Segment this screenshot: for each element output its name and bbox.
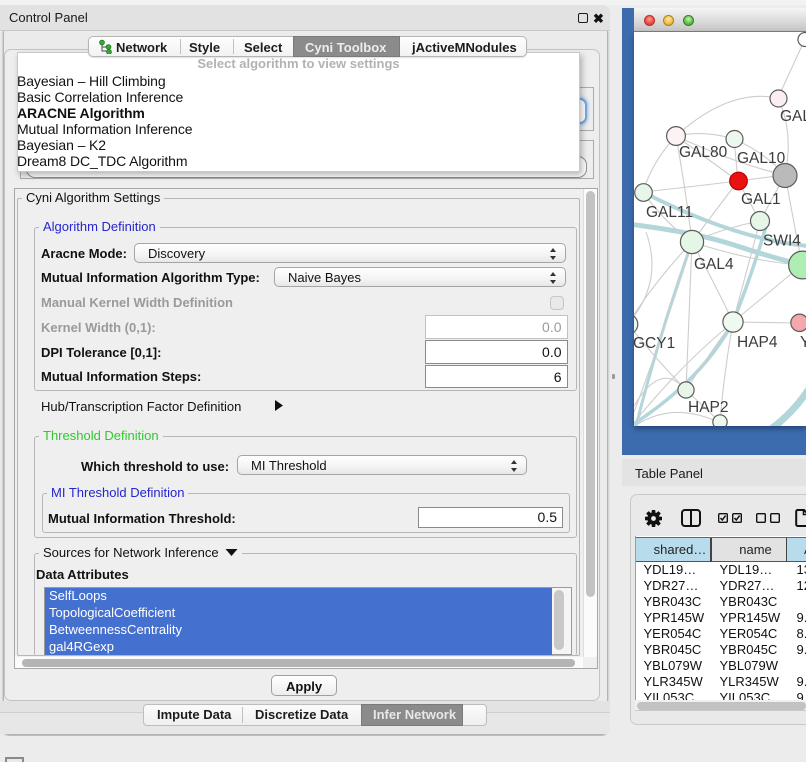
svg-text:GAL4: GAL4	[694, 256, 734, 273]
svg-text:GAL7: GAL7	[780, 108, 806, 125]
svg-text:Y: Y	[800, 334, 806, 351]
svg-text:GAL11: GAL11	[646, 204, 693, 221]
svg-text:GCY1: GCY1	[634, 335, 675, 352]
svg-text:HAP4: HAP4	[737, 334, 778, 351]
svg-text:SWI4: SWI4	[763, 233, 801, 250]
svg-text:GAL80: GAL80	[679, 144, 728, 161]
svg-text:GAL10: GAL10	[737, 150, 786, 167]
svg-text:GAL1: GAL1	[741, 191, 781, 208]
svg-text:HAP2: HAP2	[688, 399, 729, 416]
